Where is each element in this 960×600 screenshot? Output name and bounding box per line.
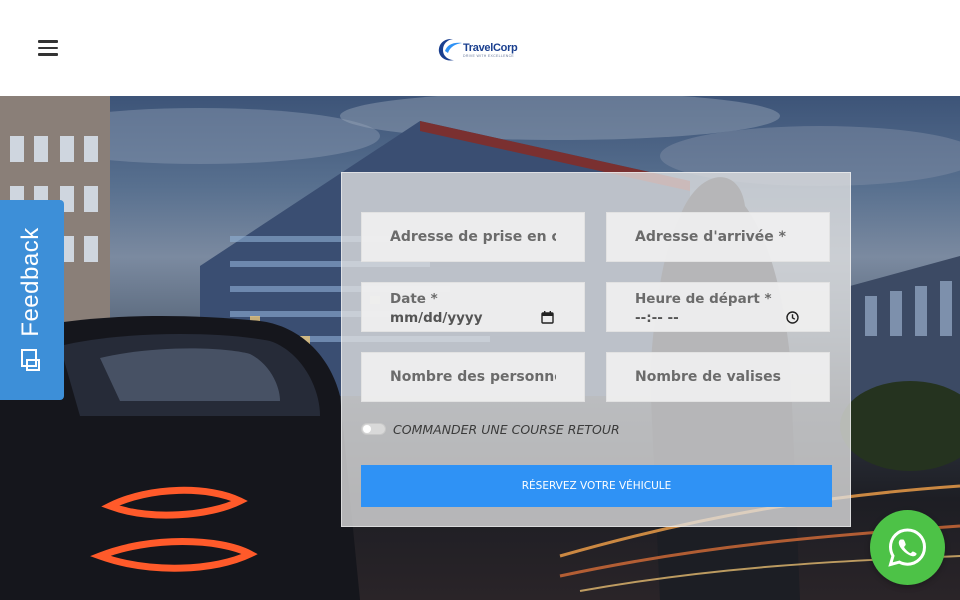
persons-field[interactable]: [361, 352, 585, 402]
travelcorp-logo[interactable]: TravelCorp DRIVE WITH EXCELLENCE: [437, 34, 527, 66]
luggage-input[interactable]: [607, 353, 829, 401]
whatsapp-icon: [888, 528, 927, 567]
date-label: Date *: [390, 291, 438, 307]
logo-name: TravelCorp: [463, 41, 518, 54]
site-header: TravelCorp DRIVE WITH EXCELLENCE: [0, 0, 960, 96]
logo-swoosh-icon: [438, 39, 462, 61]
departure-time-label: Heure de départ *: [635, 291, 772, 307]
return-trip-label: COMMANDER UNE COURSE RETOUR: [393, 421, 620, 437]
feedback-label: Feedback: [17, 227, 44, 337]
luggage-field[interactable]: [606, 352, 830, 402]
return-trip-toggle[interactable]: [361, 423, 386, 435]
arrival-address-field[interactable]: [606, 212, 830, 262]
persons-input[interactable]: [362, 353, 584, 401]
date-field[interactable]: Date * mm/dd/yyyy: [361, 282, 585, 332]
departure-time-field[interactable]: Heure de départ * --:-- --: [606, 282, 830, 332]
arrival-address-input[interactable]: [607, 213, 829, 261]
pickup-address-input[interactable]: [362, 213, 584, 261]
return-trip-toggle-row[interactable]: COMMANDER UNE COURSE RETOUR: [361, 420, 620, 438]
logo-tagline: DRIVE WITH EXCELLENCE: [463, 53, 515, 58]
calendar-icon[interactable]: [541, 311, 554, 324]
hamburger-menu-icon[interactable]: [38, 40, 58, 56]
departure-time-value[interactable]: --:-- --: [635, 310, 679, 326]
book-vehicle-button[interactable]: RÉSERVEZ VOTRE VÉHICULE: [361, 465, 832, 507]
whatsapp-button[interactable]: [870, 510, 945, 585]
clock-icon[interactable]: [786, 311, 799, 324]
pickup-address-field[interactable]: [361, 212, 585, 262]
date-value[interactable]: mm/dd/yyyy: [390, 310, 483, 326]
feedback-icon: [21, 349, 40, 371]
